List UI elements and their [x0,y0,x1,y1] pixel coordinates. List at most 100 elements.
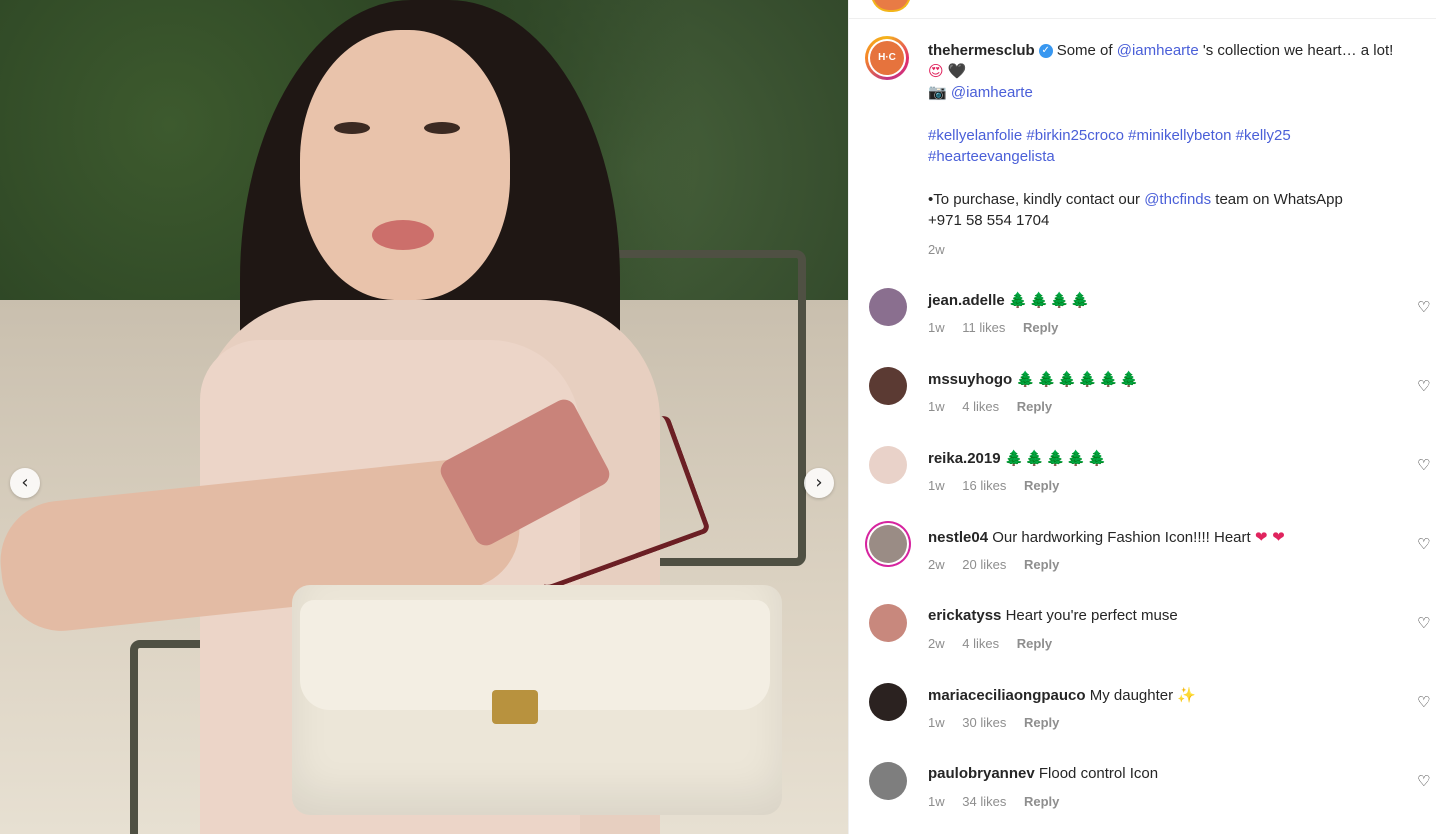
comment-avatar[interactable] [869,525,907,563]
comment-body: reika.2019 🌲🌲🌲🌲🌲 [928,448,1388,469]
comment-item: jean.adelle 🌲🌲🌲🌲 1w 11 likes Reply ♡ [865,284,1430,363]
comment-likes[interactable]: 34 likes [962,794,1006,809]
like-heart-icon[interactable]: ♡ [1417,614,1430,632]
reply-button[interactable]: Reply [1024,478,1059,493]
comment-item: reika.2019 🌲🌲🌲🌲🌲 1w 16 likes Reply ♡ [865,442,1430,521]
comment-time: 1w [928,794,945,809]
camera-emoji: 📷 [928,84,947,101]
like-heart-icon[interactable]: ♡ [1417,298,1430,316]
hashtags-line-2[interactable]: #hearteevangelista [928,146,1413,167]
hashtags: #kellyelanfolie #birkin25croco #minikell… [928,125,1413,167]
reply-button[interactable]: Reply [1024,557,1059,572]
comment-username[interactable]: reika.2019 [928,450,1001,467]
like-heart-icon[interactable]: ♡ [1417,693,1430,711]
hashtags-line-1[interactable]: #kellyelanfolie #birkin25croco #minikell… [928,125,1413,146]
comment-likes[interactable]: 16 likes [962,478,1006,493]
reply-button[interactable]: Reply [1017,636,1052,651]
comment-meta: 2w 20 likes Reply [928,557,1073,572]
right-eye [424,122,460,134]
reply-button[interactable]: Reply [1023,320,1058,335]
caption-avatar[interactable]: H·C [865,36,909,80]
comment-meta: 1w 16 likes Reply [928,478,1073,493]
caption-body: Some of [1056,42,1117,59]
comment-emoji: 🌲🌲🌲🌲🌲🌲 [1016,370,1141,388]
comment-avatar[interactable] [869,288,907,326]
comment-meta: 1w 34 likes Reply [928,794,1073,809]
comment-item: paulobryannev Flood control Icon 1w 34 l… [865,758,1430,837]
comment-emoji: 🌲🌲🌲🌲🌲 [1004,449,1109,467]
comment-username[interactable]: mssuyhogo [928,371,1012,388]
like-heart-icon[interactable]: ♡ [1417,456,1430,474]
caption-mention[interactable]: @iamhearte [1117,42,1199,59]
comment-body: mssuyhogo 🌲🌲🌲🌲🌲🌲 [928,369,1388,390]
purchase-text-cont: team on WhatsApp [1211,191,1343,208]
comment-username[interactable]: erickatyss [928,607,1001,624]
credit-mention[interactable]: @iamhearte [951,84,1033,101]
comment-avatar[interactable] [869,446,907,484]
comment-avatar[interactable] [869,367,907,405]
comments-panel: H·C thehermesclub ✓ Some of @iamhearte 's … [848,0,1436,834]
like-heart-icon[interactable]: ♡ [1417,377,1430,395]
verified-icon: ✓ [1038,44,1053,59]
comment-meta: 1w 4 likes Reply [928,399,1066,414]
caption-time: 2w [928,242,945,257]
comment-time: 1w [928,320,945,335]
comment-username[interactable]: paulobryannev [928,765,1035,782]
reply-button[interactable]: Reply [1024,715,1059,730]
comment-time: 2w [928,557,945,572]
comment-username[interactable]: nestle04 [928,529,988,546]
comment-likes[interactable]: 11 likes [962,320,1005,335]
comment-emoji: ❤ ❤ [1254,528,1285,546]
comment-item: erickatyss Heart you're perfect muse 2w … [865,600,1430,679]
prev-image-button[interactable]: ‹ [10,468,40,498]
comment-likes[interactable]: 30 likes [962,715,1006,730]
comment-body: jean.adelle 🌲🌲🌲🌲 [928,290,1388,311]
comment-text: My daughter [1089,687,1174,704]
header-avatar[interactable] [871,0,911,12]
like-heart-icon[interactable]: ♡ [1417,535,1430,553]
lips [372,220,434,250]
like-heart-icon[interactable]: ♡ [1417,772,1430,790]
reply-button[interactable]: Reply [1024,794,1059,809]
face [300,30,510,300]
comment-emoji: ✨ [1177,686,1196,704]
comment-item: nestle04 Our hardworking Fashion Icon!!!… [865,521,1430,600]
comment-likes[interactable]: 4 likes [962,636,999,651]
purchase-mention[interactable]: @thcfinds [1144,191,1211,208]
comment-emoji: 🌲🌲🌲🌲 [1008,291,1092,309]
comment-time: 1w [928,399,945,414]
comment-time: 1w [928,478,945,493]
comment-avatar[interactable] [869,762,907,800]
purchase-text: •To purchase, kindly contact our [928,191,1145,208]
comment-body: erickatyss Heart you're perfect muse [928,606,1388,626]
black-heart-emoji: 🖤 [947,63,967,80]
comment-meta: 1w 11 likes Reply [928,320,1072,335]
comment-item: mariaceciliaongpauco My daughter ✨ 1w 30… [865,679,1430,758]
comment-item: mssuyhogo 🌲🌲🌲🌲🌲🌲 1w 4 likes Reply ♡ [865,363,1430,442]
comment-username[interactable]: mariaceciliaongpauco [928,687,1086,704]
caption-text: thehermesclub ✓ Some of @iamhearte 's coll… [928,40,1413,260]
reply-button[interactable]: Reply [1017,399,1052,414]
comment-username[interactable]: jean.adelle [928,292,1005,309]
comment-avatar[interactable] [869,683,907,721]
panel-header [849,0,1436,19]
comments-list: jean.adelle 🌲🌲🌲🌲 1w 11 likes Reply ♡ mss… [865,284,1430,837]
caption-username[interactable]: thehermesclub [928,42,1035,59]
comment-text: Heart you're perfect muse [1005,607,1178,624]
comment-likes[interactable]: 4 likes [962,399,999,414]
comment-text: Flood control Icon [1038,765,1159,782]
caption-body-cont: 's collection we heart… a lot! [1198,42,1394,59]
post-image[interactable] [0,0,848,834]
comment-likes[interactable]: 20 likes [962,557,1006,572]
left-eye [334,122,370,134]
purchase-info: •To purchase, kindly contact our @thcfin… [928,189,1413,231]
comment-meta: 1w 30 likes Reply [928,715,1073,730]
handbag-clasp [492,690,538,724]
phone-number: +971 58 554 1704 [928,212,1050,229]
comment-body: paulobryannev Flood control Icon [928,764,1388,784]
next-image-button[interactable]: › [804,468,834,498]
heart-eyes-emoji: 😍 [928,62,944,80]
comment-body: mariaceciliaongpauco My daughter ✨ [928,685,1388,706]
comment-avatar[interactable] [869,604,907,642]
comment-time: 2w [928,636,945,651]
